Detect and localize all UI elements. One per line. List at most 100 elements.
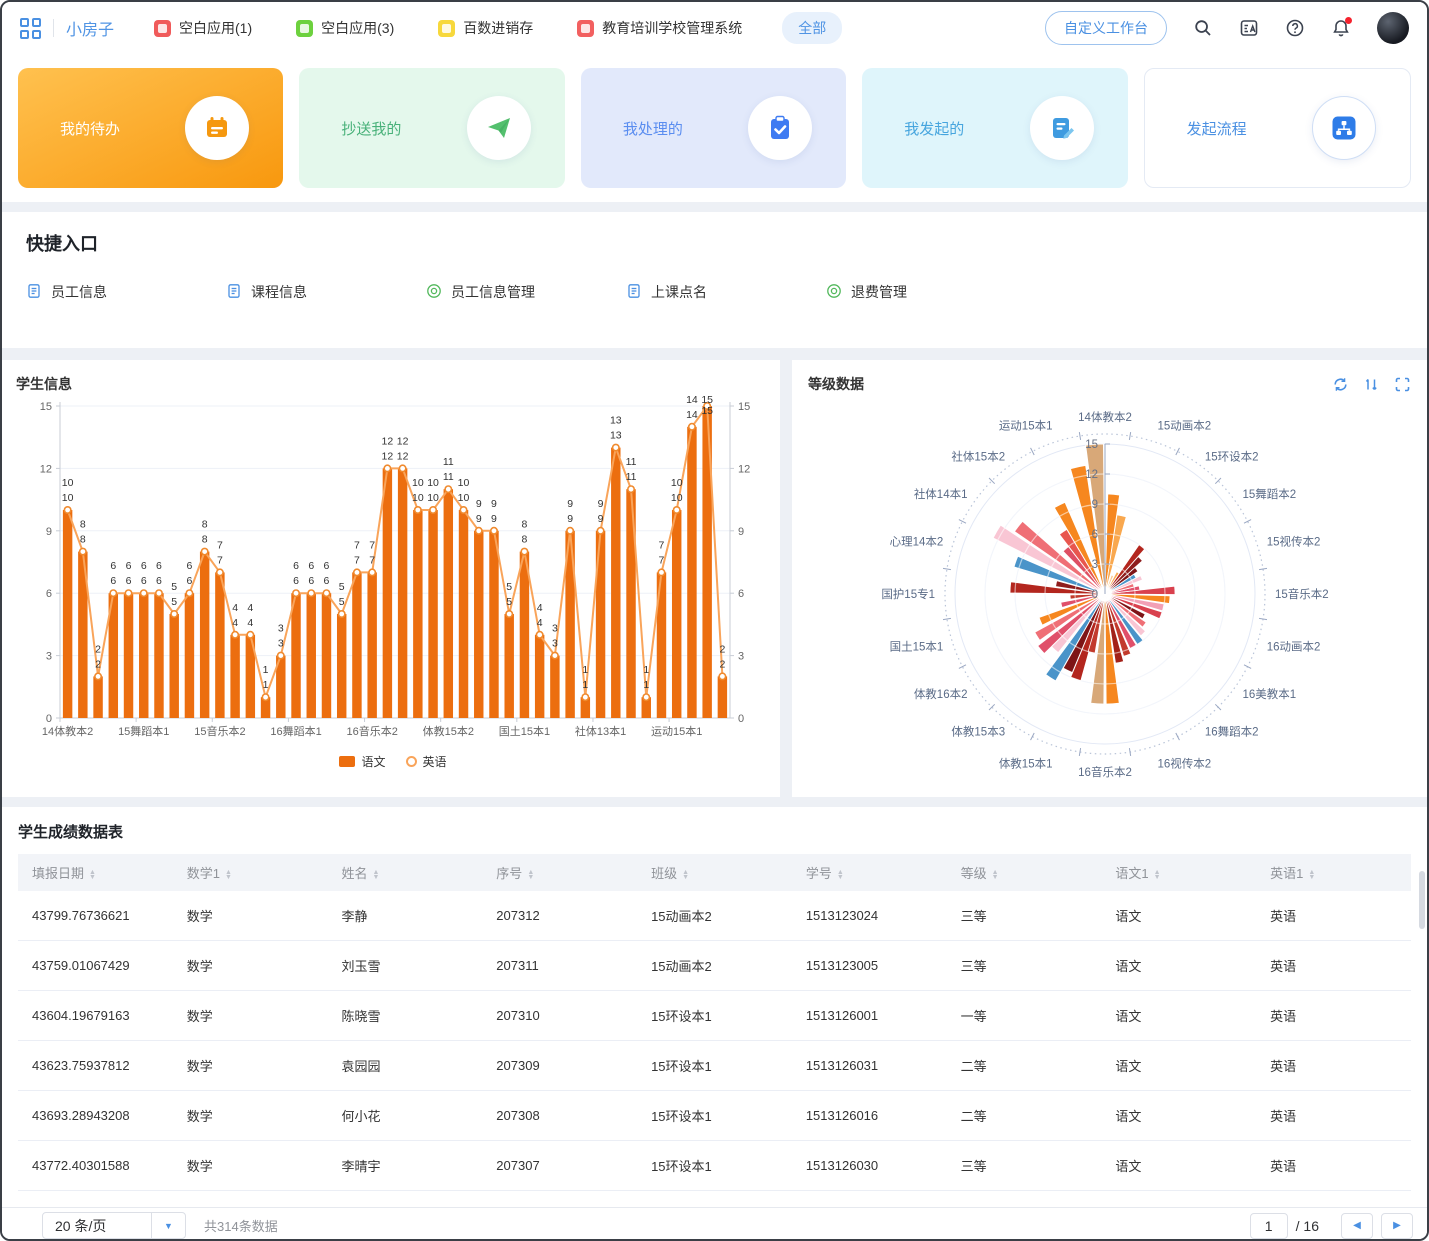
sort-carets-icon[interactable]: ▲▼ — [225, 870, 232, 880]
table-row[interactable]: 43604.19679163数学陈晓雪20731015环设本1151312600… — [18, 991, 1411, 1041]
rose-category-label: 16动画本2 — [1267, 640, 1321, 654]
table-header-cell[interactable]: 序号▲▼ — [482, 854, 637, 891]
table-row[interactable]: 43623.75937812数学袁园园20730915环设本1151312603… — [18, 1041, 1411, 1091]
table-row[interactable]: 43759.01067429数学刘玉雪20731115动画本2151312300… — [18, 941, 1411, 991]
line-point — [430, 507, 436, 513]
svg-text:6: 6 — [110, 575, 116, 587]
total-count-label: 共314条数据 — [204, 1216, 278, 1235]
column-label: 英语1 — [1270, 866, 1303, 881]
table-cell: 周玉雨 — [328, 1191, 483, 1208]
svg-text:12: 12 — [382, 435, 394, 447]
sort-carets-icon[interactable]: ▲▼ — [89, 870, 96, 880]
column-label: 等级 — [961, 866, 987, 881]
avatar[interactable] — [1377, 12, 1409, 44]
notification-dot — [1345, 17, 1352, 24]
all-apps-button[interactable]: 全部 — [782, 12, 842, 44]
table-cell: 43665.18313239 — [18, 1191, 173, 1208]
line-point — [156, 590, 162, 596]
bar — [520, 552, 529, 718]
target-icon — [826, 283, 842, 302]
legend-item[interactable]: 英语 — [406, 753, 447, 770]
svg-text:1: 1 — [643, 679, 649, 691]
prev-page-button[interactable]: ◀ — [1341, 1213, 1373, 1239]
workbench-card[interactable]: 我发起的 — [862, 68, 1127, 188]
table-header-cell[interactable]: 等级 ▲▼ — [947, 854, 1102, 891]
table-row[interactable]: 43772.40301588数学李晴宇20730715环设本1151312603… — [18, 1141, 1411, 1191]
notification-bell-icon[interactable] — [1331, 18, 1351, 38]
line-point — [491, 528, 497, 534]
apps-grid-icon[interactable] — [20, 18, 41, 39]
sort-carets-icon[interactable]: ▲▼ — [837, 870, 844, 880]
svg-text:12: 12 — [397, 450, 409, 462]
document-icon — [226, 283, 242, 302]
table-header-cell[interactable]: 数学1▲▼ — [173, 854, 328, 891]
app-tab[interactable]: 空白应用(1) — [154, 18, 252, 38]
quick-link[interactable]: 课程信息 — [226, 282, 426, 302]
customize-workbench-button[interactable]: 自定义工作台 — [1045, 11, 1167, 45]
workbench-card[interactable]: 我处理的 — [581, 68, 846, 188]
table-cell: 15环设本1 — [637, 1041, 792, 1091]
svg-text:6: 6 — [324, 575, 330, 587]
app-tab-label: 教育培训学校管理系统 — [602, 18, 742, 38]
workbench-card[interactable]: 我的待办 — [18, 68, 283, 188]
svg-text:8: 8 — [202, 519, 208, 531]
sort-carets-icon[interactable]: ▲▼ — [527, 870, 534, 880]
app-tab[interactable]: 百数进销存 — [438, 18, 533, 38]
line-point — [445, 486, 451, 492]
legend-swatch — [406, 756, 417, 767]
table-scrollbar[interactable] — [1419, 871, 1425, 929]
table-row[interactable]: 43799.76736621数学李静20731215动画本21513123024… — [18, 891, 1411, 941]
table-row[interactable]: 43693.28943208数学何小花20730815环设本1151312601… — [18, 1091, 1411, 1141]
bar — [169, 614, 178, 718]
column-label: 班级 — [651, 866, 677, 881]
legend-label: 语文 — [361, 753, 385, 770]
next-page-button[interactable]: ▶ — [1381, 1213, 1413, 1239]
table-cell: 数学 — [173, 1091, 328, 1141]
bar — [291, 593, 300, 718]
sort-carets-icon[interactable]: ▲▼ — [1154, 870, 1161, 880]
bar — [474, 531, 483, 718]
page-size-select[interactable]: 20 条/页 ▼ — [42, 1212, 186, 1239]
svg-text:8: 8 — [80, 534, 86, 546]
sort-carets-icon[interactable]: ▲▼ — [682, 870, 689, 880]
sort-carets-icon[interactable]: ▲▼ — [373, 870, 380, 880]
help-icon[interactable] — [1285, 18, 1305, 38]
table-header-cell[interactable]: 姓名▲▼ — [328, 854, 483, 891]
quick-link[interactable]: 退费管理 — [826, 282, 1026, 302]
table-header-cell[interactable]: 班级 ▲▼ — [637, 854, 792, 891]
line-point — [384, 465, 390, 471]
table-header-cell[interactable]: 英语1 ▲▼ — [1256, 854, 1411, 891]
table-row[interactable]: 43665.18313239数学周玉雨20730615环设本1151312600… — [18, 1191, 1411, 1208]
table-header-cell[interactable]: 填报日期▲▼ — [18, 854, 173, 891]
fullscreen-icon[interactable] — [1394, 376, 1411, 393]
quick-link[interactable]: 员工信息管理 — [426, 282, 626, 302]
svg-text:3: 3 — [1092, 559, 1098, 571]
sort-icon[interactable] — [1363, 376, 1380, 393]
translate-icon[interactable] — [1239, 18, 1259, 38]
rose-category-label: 运动15本1 — [999, 418, 1053, 432]
svg-text:6: 6 — [308, 560, 314, 572]
line-point — [460, 507, 466, 513]
svg-text:14: 14 — [686, 394, 698, 406]
table-cell: 1513123005 — [792, 941, 947, 991]
legend-item[interactable]: 语文 — [339, 753, 385, 770]
sort-carets-icon[interactable]: ▲▼ — [1308, 870, 1315, 880]
app-tab[interactable]: 教育培训学校管理系统 — [577, 18, 742, 38]
gap — [2, 797, 1427, 807]
workspace-title[interactable]: 小房子 — [66, 16, 114, 40]
workbench-card[interactable]: 抄送我的 — [299, 68, 564, 188]
current-page-input[interactable]: 1 — [1250, 1213, 1288, 1239]
search-icon[interactable] — [1193, 18, 1213, 38]
refresh-icon[interactable] — [1332, 376, 1349, 393]
app-tab[interactable]: 空白应用(3) — [296, 18, 394, 38]
table-cell: 三等 — [947, 1141, 1102, 1191]
quick-link[interactable]: 员工信息 — [26, 282, 226, 302]
sort-carets-icon[interactable]: ▲▼ — [992, 870, 999, 880]
workbench-card[interactable]: 发起流程 — [1144, 68, 1411, 188]
table-header-cell[interactable]: 语文1▲▼ — [1101, 854, 1256, 891]
quick-link[interactable]: 上课点名 — [626, 282, 826, 302]
table-header-cell[interactable]: 学号▲▼ — [792, 854, 947, 891]
quick-access-title: 快捷入口 — [26, 230, 1403, 256]
table-cell: 1513123024 — [792, 891, 947, 941]
table-cell: 207312 — [482, 891, 637, 941]
